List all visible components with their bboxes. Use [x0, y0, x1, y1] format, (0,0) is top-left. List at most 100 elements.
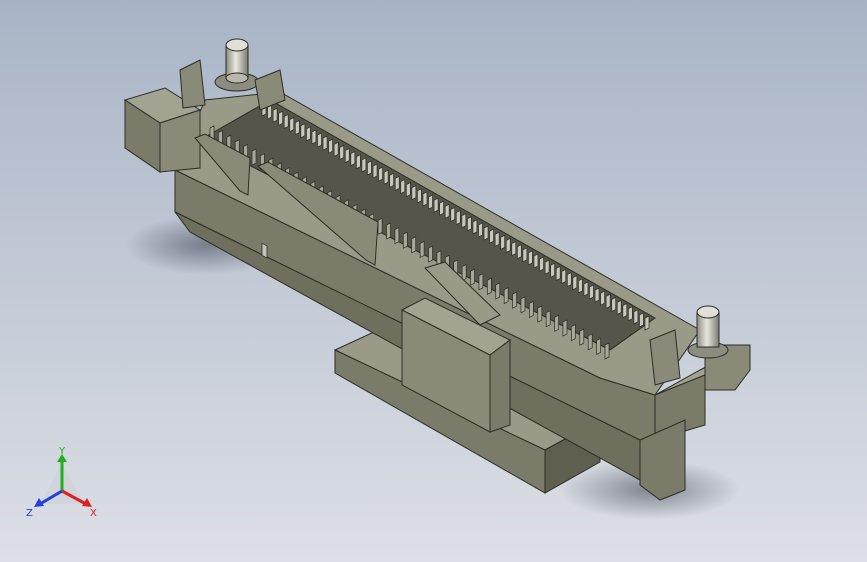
contact-pin — [402, 231, 408, 249]
contact-pin — [512, 291, 517, 309]
cad-viewport[interactable]: Y X Z — [0, 0, 867, 562]
contact-pin — [378, 166, 383, 182]
contact-pin — [283, 113, 289, 129]
contact-pin — [450, 206, 456, 223]
contact-pin — [339, 144, 345, 160]
contact-pin — [600, 290, 605, 306]
contact-pin — [386, 222, 391, 240]
contact-pin — [251, 148, 257, 166]
contact-pin — [494, 231, 500, 247]
contact-pin — [622, 303, 628, 319]
y-axis-label: Y — [58, 446, 66, 457]
contact-pin — [571, 323, 576, 342]
contact-pin — [587, 333, 593, 351]
contact-pin — [572, 275, 578, 291]
contact-pin — [311, 129, 317, 145]
contact-pin — [627, 306, 633, 322]
contact-pin — [422, 191, 428, 207]
contact-pin — [633, 309, 639, 325]
contact-pin — [317, 132, 322, 148]
contact-pin — [550, 262, 555, 278]
contact-pin — [289, 116, 295, 133]
contact-pin — [417, 188, 422, 204]
contact-pin — [389, 172, 395, 188]
contact-pin — [383, 169, 389, 185]
contact-pin — [372, 163, 378, 179]
contact-pin — [361, 157, 367, 173]
contact-pin — [486, 277, 492, 295]
contact-pin — [545, 310, 551, 328]
contact-pin — [411, 236, 417, 254]
contact-pin — [644, 315, 650, 331]
contact-pin — [483, 225, 489, 241]
contact-pin — [278, 110, 284, 126]
center-block-side — [489, 339, 511, 433]
axis-triad[interactable]: Y X Z — [24, 446, 104, 526]
contact-pin — [470, 268, 475, 286]
contact-pin — [272, 107, 278, 123]
contact-pin — [533, 253, 539, 269]
contact-pin — [306, 126, 311, 142]
left-post-base — [179, 59, 206, 109]
contact-pin — [503, 287, 509, 305]
contact-pin — [439, 200, 444, 216]
contact-pin — [529, 300, 534, 319]
contact-pin — [356, 154, 361, 170]
contact-pin — [419, 240, 425, 258]
contact-pin — [428, 245, 433, 263]
contact-pin — [394, 227, 400, 245]
contact-pin — [566, 272, 572, 288]
contact-pin — [596, 337, 601, 355]
contact-row-rear — [261, 242, 268, 259]
contact-pin — [561, 268, 567, 285]
contact-pin — [322, 135, 328, 151]
contact-pin — [478, 273, 484, 291]
contact-pin — [455, 209, 461, 226]
contact-pin — [367, 160, 372, 176]
connector-model[interactable] — [0, 0, 867, 562]
contact-pin — [511, 240, 517, 257]
contact-pin — [328, 138, 333, 154]
contact-pin — [495, 282, 501, 300]
contact-pin — [500, 234, 506, 250]
contact-pin — [505, 237, 511, 254]
z-axis-label: Z — [26, 508, 33, 519]
contact-pin — [604, 342, 610, 360]
contact-pin — [428, 194, 433, 210]
contact-pin — [461, 213, 467, 229]
contact-pin — [583, 281, 589, 297]
contact-pin — [344, 147, 350, 164]
contact-pin — [411, 185, 417, 201]
contact-pin — [611, 296, 617, 312]
contact-pin — [472, 219, 478, 235]
right-post — [649, 329, 681, 386]
contact-pin — [616, 299, 622, 316]
contact-pin — [405, 182, 411, 198]
contact-pin — [478, 222, 483, 238]
contact-pin — [333, 141, 339, 157]
contact-pin — [461, 263, 467, 282]
left-locating-pin — [214, 38, 260, 92]
contact-pin — [394, 175, 400, 192]
contact-pin — [433, 197, 439, 213]
contact-pin — [589, 284, 594, 300]
contact-pin — [562, 319, 568, 337]
contact-pin — [528, 250, 533, 266]
contact-pin — [522, 247, 528, 263]
contact-pin — [400, 178, 406, 195]
contact-pin — [554, 314, 559, 332]
contact-pin — [594, 287, 600, 303]
contact-pin — [579, 328, 585, 346]
contact-pin — [544, 259, 550, 275]
contact-pin — [350, 151, 356, 167]
contact-pin — [300, 123, 306, 139]
contact-pin — [639, 312, 644, 328]
x-axis-label: X — [90, 508, 97, 519]
contact-pin — [516, 244, 522, 260]
contact-pin — [539, 256, 544, 272]
contact-pin — [489, 228, 494, 244]
contact-pin — [555, 265, 561, 281]
contact-pin — [467, 216, 472, 232]
contact-pin — [294, 120, 300, 136]
contact-pin — [605, 293, 611, 309]
